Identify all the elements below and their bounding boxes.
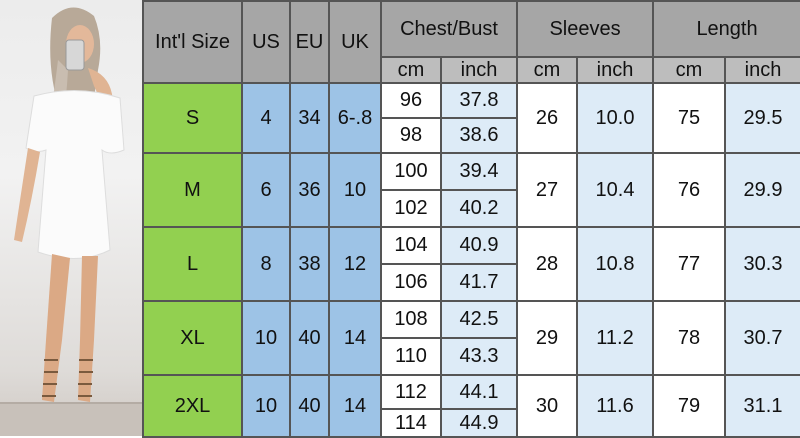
- sleeves-inch-cell: 11.6: [576, 374, 655, 438]
- size-cell: S: [142, 82, 243, 154]
- header-chest-bust: Chest/Bust: [379, 0, 519, 58]
- header-us: US: [241, 0, 291, 84]
- header-sleeves: Sleeves: [516, 0, 655, 58]
- chest-cm-cell: 108: [380, 300, 442, 339]
- length-inch-cell: 31.1: [724, 374, 800, 438]
- length-inch-cell: 29.9: [724, 152, 800, 228]
- us-cell: 4: [241, 82, 291, 154]
- eu-cell: 40: [289, 300, 330, 376]
- sleeves-cm-cell: 28: [516, 226, 579, 302]
- uk-cell: 14: [328, 300, 382, 376]
- us-cell: 10: [241, 300, 291, 376]
- chest-cm-cell: 102: [380, 189, 442, 228]
- unit-length-inch: inch: [724, 56, 800, 84]
- chest-cm-cell: 98: [380, 117, 442, 154]
- model-photo-icon: [0, 7, 142, 436]
- chest-inch-cell: 42.5: [439, 300, 519, 339]
- uk-cell: 6-.8: [328, 82, 382, 154]
- length-cm-cell: 76: [652, 152, 727, 228]
- chest-cm-cell: 112: [380, 374, 442, 410]
- size-cell: L: [142, 226, 243, 302]
- header-row: Int'l Size US EU UK Chest/Bust Sleeves L…: [142, 0, 800, 84]
- length-cm-cell: 75: [652, 82, 727, 154]
- table-row: M 6 36 10 100 39.4 27 10.4 76 29.9: [142, 152, 800, 228]
- uk-cell: 14: [328, 374, 382, 438]
- length-cm-cell: 77: [652, 226, 727, 302]
- us-cell: 8: [241, 226, 291, 302]
- length-cm-cell: 78: [652, 300, 727, 376]
- unit-chest-cm: cm: [380, 56, 442, 84]
- us-cell: 10: [241, 374, 291, 438]
- unit-sleeves-inch: inch: [576, 56, 655, 84]
- chest-cm-cell: 104: [380, 226, 442, 265]
- table-row: XL 10 40 14 108 42.5 29 11.2 78 30.7: [142, 300, 800, 376]
- sleeves-inch-cell: 11.2: [576, 300, 655, 376]
- table-row: L 8 38 12 104 40.9 28 10.8 77 30.3: [142, 226, 800, 302]
- header-intl-size: Int'l Size: [142, 0, 243, 84]
- header-length: Length: [652, 0, 800, 58]
- length-cm-cell: 79: [652, 374, 727, 438]
- chest-inch-cell: 37.8: [439, 82, 519, 119]
- sleeves-inch-cell: 10.4: [576, 152, 655, 228]
- chest-cm-cell: 110: [380, 337, 442, 376]
- eu-cell: 34: [289, 82, 330, 154]
- chest-cm-cell: 106: [380, 263, 442, 302]
- length-inch-cell: 30.7: [724, 300, 800, 376]
- uk-cell: 10: [328, 152, 382, 228]
- sleeves-inch-cell: 10.8: [576, 226, 655, 302]
- header-uk: UK: [328, 0, 382, 84]
- unit-length-cm: cm: [652, 56, 727, 84]
- chest-inch-cell: 39.4: [439, 152, 519, 191]
- unit-sleeves-cm: cm: [516, 56, 579, 84]
- unit-chest-inch: inch: [439, 56, 519, 84]
- sleeves-cm-cell: 26: [516, 82, 579, 154]
- eu-cell: 40: [289, 374, 330, 438]
- chest-cm-cell: 114: [380, 408, 442, 438]
- size-cell: 2XL: [142, 374, 243, 438]
- uk-cell: 12: [328, 226, 382, 302]
- chest-inch-cell: 44.1: [439, 374, 519, 410]
- header-eu: EU: [289, 0, 330, 84]
- size-cell: M: [142, 152, 243, 228]
- size-chart-table: Int'l Size US EU UK Chest/Bust Sleeves L…: [142, 0, 800, 438]
- eu-cell: 38: [289, 226, 330, 302]
- chest-inch-cell: 40.2: [439, 189, 519, 228]
- length-inch-cell: 29.5: [724, 82, 800, 154]
- size-cell: XL: [142, 300, 243, 376]
- sleeves-inch-cell: 10.0: [576, 82, 655, 154]
- chest-inch-cell: 41.7: [439, 263, 519, 302]
- table-row: 2XL 10 40 14 112 44.1 30 11.6 79 31.1: [142, 374, 800, 438]
- model-photo: [0, 0, 142, 436]
- chest-inch-cell: 38.6: [439, 117, 519, 154]
- length-inch-cell: 30.3: [724, 226, 800, 302]
- sleeves-cm-cell: 30: [516, 374, 579, 438]
- sleeves-cm-cell: 27: [516, 152, 579, 228]
- chest-cm-cell: 100: [380, 152, 442, 191]
- chest-inch-cell: 40.9: [439, 226, 519, 265]
- us-cell: 6: [241, 152, 291, 228]
- sleeves-cm-cell: 29: [516, 300, 579, 376]
- chest-inch-cell: 43.3: [439, 337, 519, 376]
- eu-cell: 36: [289, 152, 330, 228]
- chest-inch-cell: 44.9: [439, 408, 519, 438]
- table-row: S 4 34 6-.8 96 37.8 26 10.0 75 29.5: [142, 82, 800, 154]
- chest-cm-cell: 96: [380, 82, 442, 119]
